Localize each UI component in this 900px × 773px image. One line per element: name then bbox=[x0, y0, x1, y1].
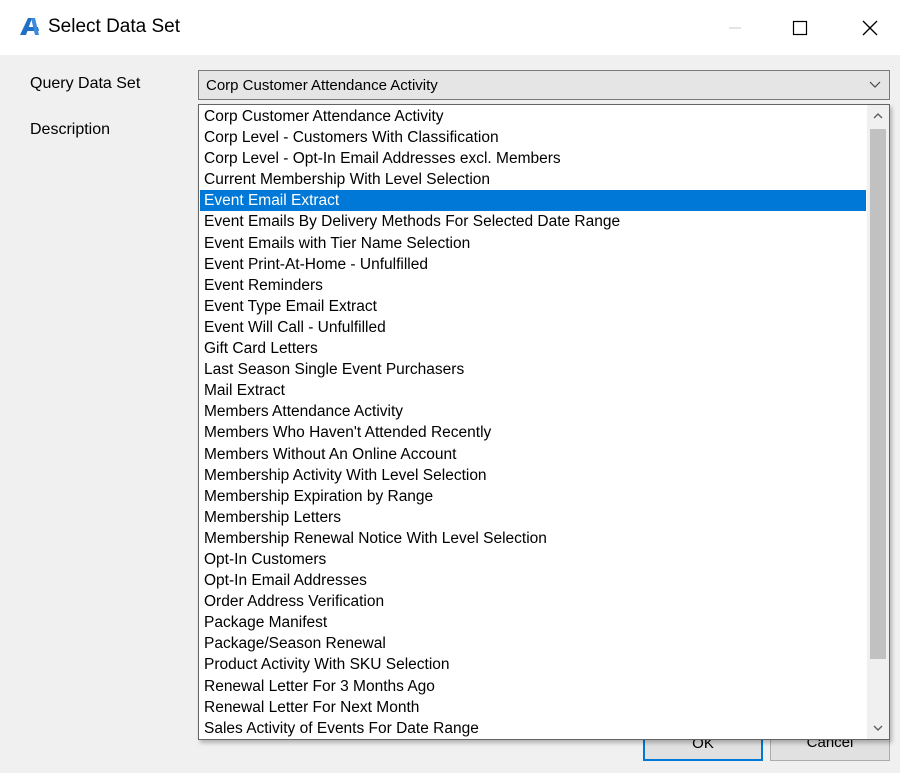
dropdown-item[interactable]: Corp Customer Attendance Activity bbox=[200, 106, 866, 127]
dropdown-item[interactable]: Product Activity With SKU Selection bbox=[200, 654, 866, 675]
dropdown-item[interactable]: Membership Expiration by Range bbox=[200, 486, 866, 507]
dropdown-items: Corp Customer Attendance Activity Corp Le… bbox=[200, 106, 866, 739]
dropdown-item[interactable]: Members Attendance Activity bbox=[200, 401, 866, 422]
dropdown-item[interactable]: Event Print-At-Home - Unfulfilled bbox=[200, 254, 866, 275]
vertical-scrollbar[interactable] bbox=[867, 105, 889, 739]
dropdown-item[interactable]: Event Will Call - Unfulfilled bbox=[200, 317, 866, 338]
dropdown-item[interactable]: Membership Activity With Level Selection bbox=[200, 465, 866, 486]
dropdown-item[interactable]: Mail Extract bbox=[200, 380, 866, 401]
maximize-icon bbox=[792, 20, 808, 35]
combobox-selected-value: Corp Customer Attendance Activity bbox=[206, 77, 438, 94]
dropdown-item[interactable]: Event Emails By Delivery Methods For Sel… bbox=[200, 211, 866, 232]
dropdown-item[interactable]: Gift Card Letters bbox=[200, 338, 866, 359]
maximize-button[interactable] bbox=[770, 0, 830, 55]
close-icon bbox=[862, 20, 878, 35]
dropdown-item[interactable]: Corp Level - Opt-In Email Addresses excl… bbox=[200, 148, 866, 169]
dropdown-item[interactable]: Event Email Extract bbox=[200, 190, 866, 212]
close-button[interactable] bbox=[840, 0, 900, 55]
dropdown-item[interactable]: Renewal Letter For Next Month bbox=[200, 697, 866, 718]
data-set-dropdown-list[interactable]: Corp Customer Attendance Activity Corp Le… bbox=[198, 104, 890, 740]
dropdown-item[interactable]: Event Reminders bbox=[200, 275, 866, 296]
dropdown-item[interactable]: Package/Season Renewal bbox=[200, 633, 866, 654]
dropdown-item[interactable]: Package Manifest bbox=[200, 612, 866, 633]
dropdown-item[interactable]: Members Who Haven't Attended Recently bbox=[200, 422, 866, 443]
dropdown-item[interactable]: Sales Activity of Events For Date Range bbox=[200, 718, 866, 739]
dropdown-item[interactable]: Event Type Email Extract bbox=[200, 296, 866, 317]
chevron-down-icon bbox=[869, 81, 881, 88]
app-logo-icon bbox=[20, 18, 39, 35]
dropdown-item[interactable]: Opt-In Customers bbox=[200, 549, 866, 570]
minimize-icon bbox=[729, 27, 741, 28]
dropdown-item[interactable]: Order Address Verification bbox=[200, 591, 866, 612]
dropdown-item[interactable]: Members Without An Online Account bbox=[200, 444, 866, 465]
title-bar: Select Data Set bbox=[0, 0, 900, 55]
scroll-up-button[interactable] bbox=[867, 105, 889, 127]
dropdown-item[interactable]: Event Emails with Tier Name Selection bbox=[200, 233, 866, 254]
dropdown-item[interactable]: Last Season Single Event Purchasers bbox=[200, 359, 866, 380]
scrollbar-thumb[interactable] bbox=[870, 129, 886, 659]
minimize-button[interactable] bbox=[705, 0, 765, 55]
dropdown-item[interactable]: Corp Level - Customers With Classificati… bbox=[200, 127, 866, 148]
description-label: Description bbox=[30, 121, 111, 138]
query-data-set-label: Query Data Set bbox=[30, 75, 141, 92]
scroll-down-button[interactable] bbox=[867, 717, 889, 739]
dropdown-item[interactable]: Opt-In Email Addresses bbox=[200, 570, 866, 591]
chevron-down-icon bbox=[873, 725, 883, 731]
window-title: Select Data Set bbox=[48, 16, 181, 37]
chevron-up-icon bbox=[873, 113, 883, 119]
dropdown-item[interactable]: Renewal Letter For 3 Months Ago bbox=[200, 676, 866, 697]
dropdown-item[interactable]: Membership Letters bbox=[200, 507, 866, 528]
query-data-set-combobox[interactable]: Corp Customer Attendance Activity bbox=[198, 70, 890, 100]
dropdown-item[interactable]: Current Membership With Level Selection bbox=[200, 169, 866, 190]
dropdown-item[interactable]: Membership Renewal Notice With Level Sel… bbox=[200, 528, 866, 549]
